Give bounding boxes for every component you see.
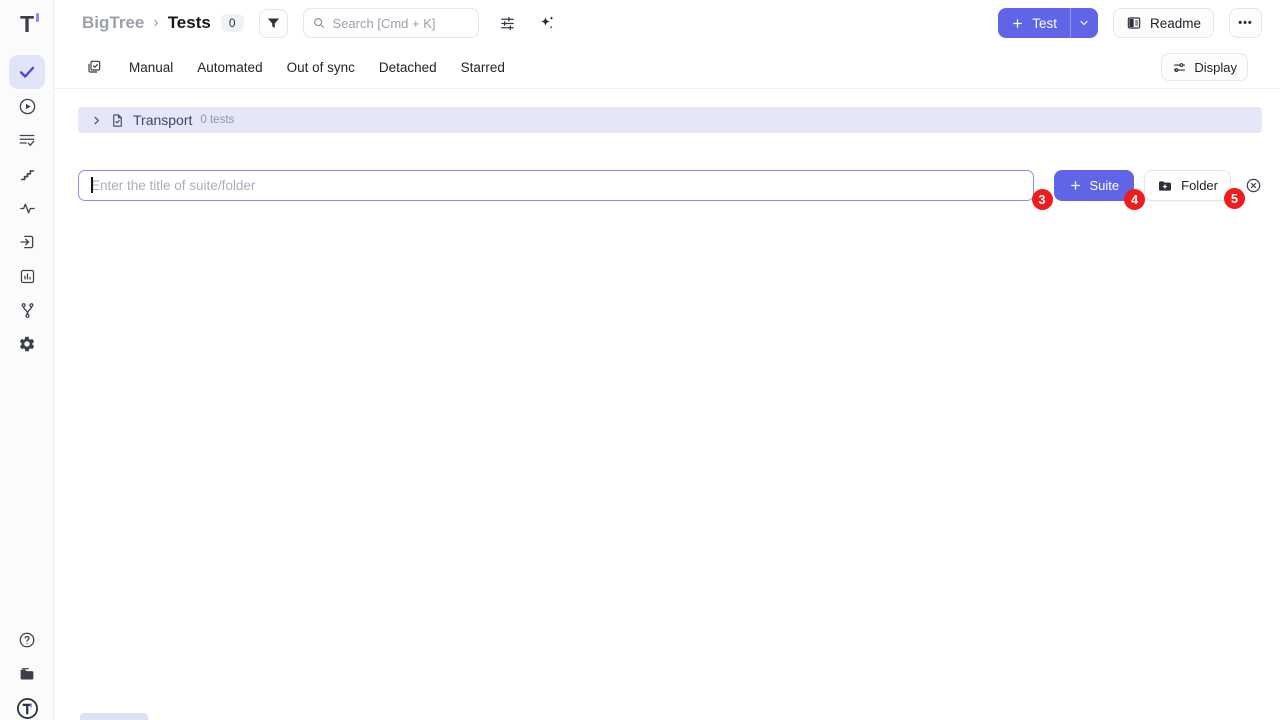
breadcrumb-separator: › [153, 14, 158, 32]
check-icon [18, 63, 36, 81]
filter-button[interactable] [259, 9, 288, 38]
sidebar: T [0, 0, 54, 720]
plus-icon [1011, 17, 1024, 30]
breadcrumb-project[interactable]: BigTree [82, 13, 144, 33]
sidebar-item-runs[interactable] [9, 89, 45, 123]
display-button-label: Display [1194, 60, 1237, 75]
list-check-icon [18, 131, 36, 149]
title-input-wrap: 3 [78, 170, 1034, 201]
filter-toolbar: Manual Automated Out of sync Detached St… [54, 46, 1280, 89]
ellipsis-icon: ••• [1238, 17, 1253, 29]
add-folder-button[interactable]: Folder 5 [1144, 170, 1231, 201]
tab-automated[interactable]: Automated [197, 60, 262, 75]
sidebar-item-account-logo[interactable] [9, 691, 45, 720]
tests-count-badge: 0 [221, 14, 244, 32]
tab-detached[interactable]: Detached [379, 60, 437, 75]
adjustments-icon[interactable] [499, 15, 516, 32]
file-check-icon [110, 113, 125, 128]
app-logo[interactable]: T [0, 8, 54, 40]
sidebar-item-import[interactable] [9, 225, 45, 259]
sidebar-bottom-nav [9, 623, 45, 720]
annotation-badge-5: 5 [1224, 188, 1245, 209]
suite-title: Transport [133, 112, 192, 128]
sidebar-item-settings[interactable] [9, 327, 45, 361]
tab-starred[interactable]: Starred [461, 60, 505, 75]
chevron-right-icon [91, 115, 102, 126]
readme-button-label: Readme [1150, 16, 1201, 31]
folder-icon [18, 665, 36, 683]
annotation-badge-4: 4 [1124, 189, 1145, 210]
search-input[interactable] [333, 16, 470, 31]
sidebar-item-tests[interactable] [9, 55, 45, 89]
gear-icon [18, 335, 36, 353]
readme-button[interactable]: Readme [1113, 8, 1214, 38]
tab-manual[interactable]: Manual [129, 60, 173, 75]
select-all-icon[interactable] [86, 59, 102, 75]
branch-icon [19, 302, 36, 319]
import-icon [18, 233, 36, 251]
add-test-button-label: Test [1032, 16, 1057, 31]
main-area: BigTree › Tests 0 [54, 0, 1280, 201]
add-test-button[interactable]: Test [998, 8, 1070, 38]
pulse-icon [19, 200, 36, 217]
book-icon [1126, 15, 1142, 31]
sidebar-item-plans[interactable] [9, 123, 45, 157]
suite-title-input[interactable] [78, 170, 1034, 201]
sidebar-item-branches[interactable] [9, 293, 45, 327]
tab-out-of-sync[interactable]: Out of sync [287, 60, 355, 75]
header-actions: Test Readme ••• [998, 8, 1262, 38]
suite-row-transport[interactable]: Transport 0 tests [78, 107, 1262, 133]
app-logo-icon: T [20, 13, 34, 36]
sliders-icon [1172, 60, 1187, 75]
sidebar-item-milestones[interactable] [9, 157, 45, 191]
header: BigTree › Tests 0 [54, 0, 1280, 46]
sidebar-item-help[interactable] [9, 623, 45, 657]
add-suite-button[interactable]: Suite 4 [1054, 170, 1135, 201]
partial-element [80, 713, 148, 720]
funnel-icon [266, 16, 281, 31]
help-icon [18, 631, 36, 649]
add-folder-button-label: Folder [1181, 178, 1218, 193]
suite-tests-count: 0 tests [200, 114, 234, 126]
search-box[interactable] [303, 8, 479, 38]
play-circle-icon [18, 97, 37, 116]
filter-tabs: Manual Automated Out of sync Detached St… [129, 60, 505, 75]
sidebar-item-analytics[interactable] [9, 259, 45, 293]
create-suite-form: 3 Suite 4 Folder 5 [78, 170, 1262, 201]
sparkles-icon[interactable] [538, 14, 556, 32]
add-test-dropdown-button[interactable] [1071, 8, 1098, 38]
content: Transport 0 tests 3 Suite 4 Folder [54, 107, 1280, 201]
folder-plus-icon [1157, 178, 1173, 194]
annotation-badge-3: 3 [1032, 189, 1053, 210]
plus-icon [1069, 179, 1082, 192]
more-options-button[interactable]: ••• [1229, 8, 1262, 38]
chevron-down-icon [1078, 17, 1090, 29]
sidebar-nav [9, 55, 45, 361]
add-test-split-button: Test [998, 8, 1098, 38]
text-caret [91, 177, 93, 193]
sidebar-item-projects[interactable] [9, 657, 45, 691]
bar-chart-icon [19, 268, 36, 285]
search-icon [312, 16, 326, 30]
sidebar-item-pulse[interactable] [9, 191, 45, 225]
cancel-circle-x-icon[interactable] [1245, 177, 1262, 194]
app-logo-icon [16, 697, 39, 720]
breadcrumb-current-page: Tests [168, 13, 211, 33]
steps-icon [19, 166, 36, 183]
add-suite-button-label: Suite [1090, 178, 1120, 193]
display-button[interactable]: Display [1161, 53, 1248, 81]
